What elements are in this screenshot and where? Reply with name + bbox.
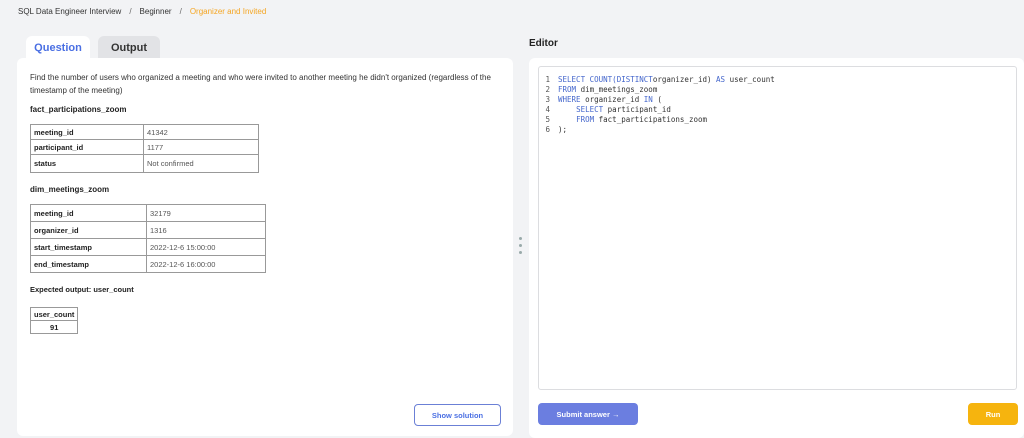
code-editor[interactable]: 1 SELECT COUNT(DISTINCTorganizer_id) AS u… xyxy=(538,66,1017,390)
breadcrumb: SQL Data Engineer Interview / Beginner /… xyxy=(18,7,266,16)
column-name: participant_id xyxy=(30,139,144,155)
question-text: Find the number of users who organized a… xyxy=(30,73,491,95)
expected-output-table: user_count 91 xyxy=(29,307,79,334)
tab-output[interactable]: Output xyxy=(98,36,160,59)
code-line[interactable]: 6); xyxy=(539,125,1016,135)
table-row: meeting_id 32179 xyxy=(30,204,266,222)
line-number: 1 xyxy=(545,75,550,84)
table-row: status Not confirmed xyxy=(30,154,259,173)
code-text: FROM dim_meetings_zoom xyxy=(558,85,658,94)
line-number: 3 xyxy=(545,95,550,104)
column-example: 32179 xyxy=(146,204,266,222)
editor-title: Editor xyxy=(529,38,558,49)
code-text: SELECT participant_id xyxy=(576,105,671,114)
table2-name: dim_meetings_zoom xyxy=(30,185,110,194)
table-row: meeting_id 41342 xyxy=(30,124,259,140)
line-number: 4 xyxy=(545,105,550,114)
drag-dot-icon xyxy=(519,244,522,247)
column-example: 1316 xyxy=(146,221,266,239)
question-panel: Find the number of users who organized a… xyxy=(17,58,513,436)
breadcrumb-item-current: Organizer and Invited xyxy=(189,7,267,16)
table-row: organizer_id 1316 xyxy=(30,221,266,239)
code-line[interactable]: 1 SELECT COUNT(DISTINCTorganizer_id) AS u… xyxy=(539,75,1016,85)
breadcrumb-separator: / xyxy=(129,7,132,16)
output-header: user_count xyxy=(29,307,79,321)
code-line[interactable]: 4 SELECT participant_id xyxy=(539,105,1016,115)
column-name: end_timestamp xyxy=(30,255,147,273)
drag-dot-icon xyxy=(519,237,522,240)
table-row: end_timestamp 2022-12-6 16:00:00 xyxy=(30,255,266,273)
tab-question[interactable]: Question xyxy=(26,36,90,59)
show-solution-button[interactable]: Show solution xyxy=(414,404,501,426)
breadcrumb-separator: / xyxy=(179,7,182,16)
column-example: 2022-12-6 16:00:00 xyxy=(146,255,266,273)
panel-resize-handle[interactable] xyxy=(519,237,523,258)
line-number: 2 xyxy=(545,85,550,94)
code-line[interactable]: 3 WHERE organizer_id IN ( xyxy=(539,95,1016,105)
code-text: ); xyxy=(558,125,568,134)
table-row: participant_id 1177 xyxy=(30,139,259,155)
editor-panel: 1 SELECT COUNT(DISTINCTorganizer_id) AS u… xyxy=(529,58,1024,438)
code-text: FROM fact_participations_zoom xyxy=(576,115,708,124)
drag-dot-icon xyxy=(519,251,522,254)
column-example: 2022-12-6 15:00:00 xyxy=(146,238,266,256)
code-text: SELECT COUNT(DISTINCTorganizer_id) AS us… xyxy=(558,75,775,84)
column-name: meeting_id xyxy=(30,124,144,140)
table1-name: fact_participations_zoom xyxy=(30,105,127,114)
line-number: 5 xyxy=(545,115,550,124)
breadcrumb-item-level[interactable]: Beginner xyxy=(140,7,172,16)
question-tabs: Question Output xyxy=(26,36,160,59)
table-row: user_count xyxy=(29,307,79,321)
column-name: start_timestamp xyxy=(30,238,147,256)
column-example: 1177 xyxy=(143,139,259,155)
output-value: 91 xyxy=(29,320,79,334)
column-example: 41342 xyxy=(143,124,259,140)
column-name: status xyxy=(30,154,144,173)
breadcrumb-item-interview[interactable]: SQL Data Engineer Interview xyxy=(18,7,121,16)
column-name: organizer_id xyxy=(30,221,147,239)
submit-answer-button[interactable]: Submit answer → xyxy=(538,403,638,425)
expected-output-label: Expected output: user_count xyxy=(30,285,134,294)
table-row: 91 xyxy=(29,320,79,334)
table1-schema: meeting_id 41342 participant_id 1177 statu… xyxy=(30,124,259,173)
table-row: start_timestamp 2022-12-6 15:00:00 xyxy=(30,238,266,256)
code-text: WHERE organizer_id IN ( xyxy=(558,95,662,104)
column-name: meeting_id xyxy=(30,204,147,222)
code-line[interactable]: 5 FROM fact_participations_zoom xyxy=(539,115,1016,125)
line-number: 6 xyxy=(545,125,550,134)
column-example: Not confirmed xyxy=(143,154,259,173)
run-button[interactable]: Run xyxy=(968,403,1018,425)
code-line[interactable]: 2 FROM dim_meetings_zoom xyxy=(539,85,1016,95)
table2-schema: meeting_id 32179 organizer_id 1316 start_t… xyxy=(30,204,266,273)
